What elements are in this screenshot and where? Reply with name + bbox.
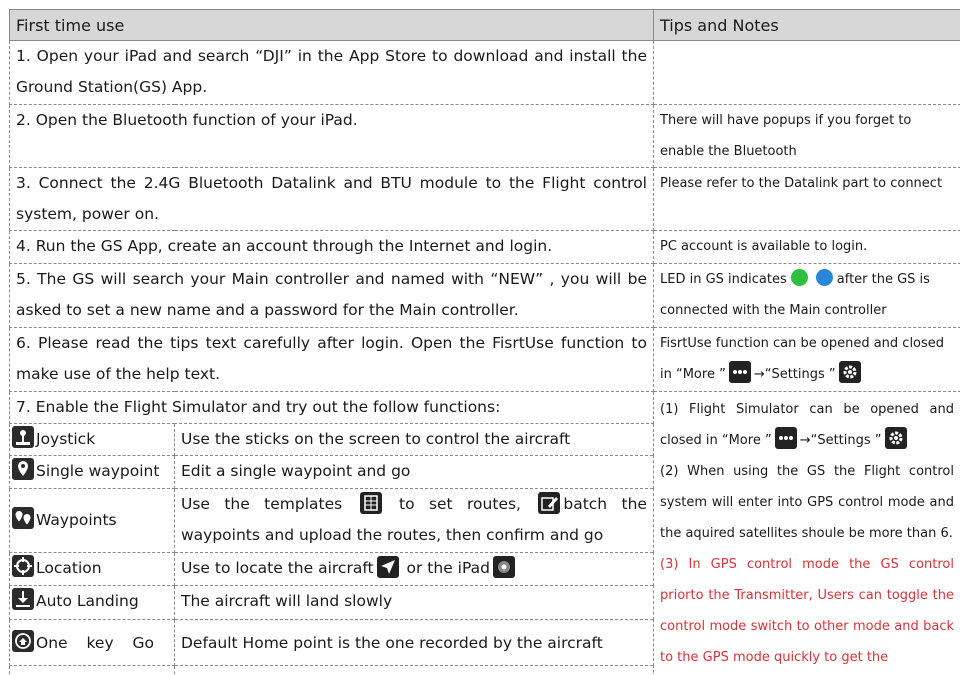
led-blue-indicator bbox=[815, 269, 833, 286]
desc-part: Use to locate the aircraft bbox=[181, 559, 374, 577]
single-waypoint-icon bbox=[12, 458, 34, 480]
settings-icon bbox=[838, 361, 861, 383]
waypoints-icon bbox=[12, 507, 34, 529]
function-desc-cont bbox=[174, 665, 654, 675]
function-name: Single waypoint bbox=[36, 462, 160, 480]
function-name: Location bbox=[36, 559, 102, 577]
step-1-tip bbox=[653, 40, 960, 105]
function-desc: Edit a single waypoint and go bbox=[174, 455, 654, 489]
step-2-text: 2. Open the Bluetooth function of your i… bbox=[9, 104, 654, 168]
function-desc: Use the sticks on the screen to control … bbox=[174, 423, 654, 456]
table-row: 4. Run the GS App, create an account thr… bbox=[9, 230, 960, 264]
step-7-tip-1-b: →“Settings ” bbox=[799, 433, 882, 448]
table-row: 6. Please read the tips text carefully a… bbox=[9, 327, 960, 392]
step-7-tip-3: (3) In GPS control mode the GS control p… bbox=[660, 557, 954, 665]
step-4-tip: PC account is available to login. bbox=[653, 230, 960, 264]
step-5-text: 5. The GS will search your Main controll… bbox=[9, 263, 654, 328]
step-3-text: 3. Connect the 2.4G Bluetooth Datalink a… bbox=[9, 167, 654, 231]
desc-part: Use the templates bbox=[181, 495, 343, 513]
function-one-key-go: One key Go bbox=[9, 619, 175, 666]
step-6-text: 6. Please read the tips text carefully a… bbox=[9, 327, 654, 392]
step-1-text: 1. Open your iPad and search “DJI” in th… bbox=[9, 40, 654, 105]
step-6-tip-b: →“Settings ” bbox=[753, 367, 836, 382]
function-waypoints: Waypoints bbox=[9, 488, 175, 553]
table-row: 3. Connect the 2.4G Bluetooth Datalink a… bbox=[9, 167, 960, 231]
step-7-tip-2: (2) When using the GS the Flight control… bbox=[660, 464, 954, 541]
one-key-go-icon bbox=[12, 630, 34, 652]
more-icon bbox=[728, 361, 751, 383]
table-row: 2. Open the Bluetooth function of your i… bbox=[9, 104, 960, 168]
function-desc: Use to locate the aircraft or the iPad bbox=[174, 552, 654, 586]
locate-aircraft-icon bbox=[376, 556, 399, 578]
function-joystick: Joystick bbox=[9, 423, 175, 456]
function-auto-landing: Auto Landing bbox=[9, 585, 175, 620]
function-desc: Use the templates to set routes, batch t… bbox=[174, 488, 654, 553]
step-7-tips: (1) Flight Simulator can be opened and c… bbox=[653, 391, 960, 675]
step-5-tip-a: LED in GS indicates bbox=[660, 272, 787, 287]
step-6-tip: FisrtUse function can be opened and clos… bbox=[653, 327, 960, 392]
settings-icon bbox=[884, 427, 907, 449]
desc-part: or the iPad bbox=[406, 559, 490, 577]
joystick-icon bbox=[12, 426, 34, 448]
step-3-tip: Please refer to the Datalink part to con… bbox=[653, 167, 960, 231]
function-name: One key Go bbox=[36, 634, 155, 652]
function-desc: The aircraft will land slowly bbox=[174, 585, 654, 620]
table-row: 5. The GS will search your Main controll… bbox=[9, 263, 960, 328]
more-icon bbox=[774, 427, 797, 449]
function-name: Waypoints bbox=[36, 511, 117, 529]
step-5-tip: LED in GS indicates after the GS is conne… bbox=[653, 263, 960, 328]
manual-page: First time use Tips and Notes 1. Open yo… bbox=[9, 9, 960, 675]
desc-part: to set routes, bbox=[399, 495, 521, 513]
step-7-tip-1: (1) Flight Simulator can be opened and c… bbox=[660, 394, 954, 456]
location-icon bbox=[12, 555, 34, 577]
header-first-time-use: First time use bbox=[9, 9, 654, 41]
step-4-text: 4. Run the GS App, create an account thr… bbox=[9, 230, 654, 264]
batch-edit-icon bbox=[538, 492, 561, 514]
function-location: Location bbox=[9, 552, 175, 586]
led-green-indicator bbox=[790, 269, 808, 286]
first-time-use-table: First time use Tips and Notes 1. Open yo… bbox=[9, 9, 960, 675]
function-cont bbox=[9, 665, 175, 675]
function-desc: Default Home point is the one recorded b… bbox=[174, 619, 654, 666]
header-tips-and-notes: Tips and Notes bbox=[653, 9, 960, 41]
templates-icon bbox=[359, 492, 382, 514]
function-single-waypoint: Single waypoint bbox=[9, 455, 175, 489]
locate-ipad-icon bbox=[492, 556, 515, 578]
step-2-tip: There will have popups if you forget to … bbox=[653, 104, 960, 168]
table-row: 7. Enable the Flight Simulator and try o… bbox=[9, 391, 960, 675]
table-header-row: First time use Tips and Notes bbox=[9, 9, 960, 41]
auto-landing-icon bbox=[12, 588, 34, 610]
step-7-text: 7. Enable the Flight Simulator and try o… bbox=[9, 391, 654, 424]
function-name: Joystick bbox=[36, 430, 96, 448]
table-row: 1. Open your iPad and search “DJI” in th… bbox=[9, 40, 960, 105]
function-name: Auto Landing bbox=[36, 592, 139, 610]
